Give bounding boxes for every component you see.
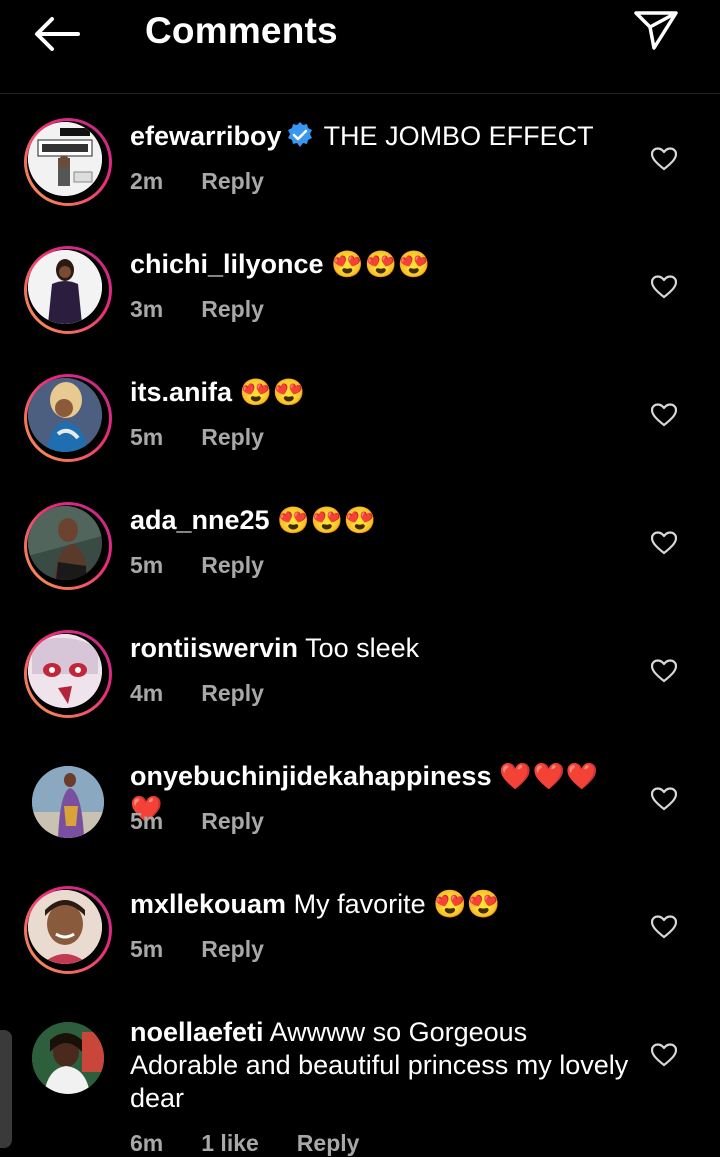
comment-likes[interactable]: 1 like [201, 1130, 259, 1156]
comment-time: 4m [130, 680, 164, 706]
comment-time: 3m [130, 296, 164, 322]
comment-row: efewarriboy THE JOMBO EFFECT 2m Reply [0, 118, 720, 246]
avatar[interactable] [24, 758, 112, 846]
comment-body: 😍😍 [239, 377, 307, 407]
reply-button[interactable]: Reply [201, 424, 264, 450]
heart-icon[interactable] [651, 403, 677, 427]
comment-text: efewarriboy THE JOMBO EFFECT [130, 120, 630, 153]
comment-text: its.anifa 😍😍 [130, 376, 630, 409]
comment-time: 6m [130, 1130, 164, 1156]
heart-icon[interactable] [651, 915, 677, 939]
comment-time: 5m [130, 936, 164, 962]
comment-username[interactable]: mxllekouam [130, 889, 286, 919]
heart-icon[interactable] [651, 275, 677, 299]
comment-text: chichi_lilyonce 😍😍😍 [130, 248, 630, 281]
arrow-left-icon[interactable] [30, 14, 82, 54]
comment-meta: 4m Reply [130, 680, 302, 707]
comment-meta: 2m Reply [130, 168, 302, 195]
comment-username[interactable]: ada_nne25 [130, 505, 270, 535]
comment-row: its.anifa 😍😍 5m Reply [0, 374, 720, 502]
comment-row: mxllekouam My favorite 😍😍 5m Reply [0, 886, 720, 1014]
comment-meta: 5m Reply [130, 936, 302, 963]
comment-text: mxllekouam My favorite 😍😍 [130, 888, 630, 921]
heart-icon[interactable] [651, 787, 677, 811]
comment-meta: 5m Reply [130, 424, 302, 451]
avatar[interactable] [24, 886, 112, 974]
page-title: Comments [145, 10, 338, 51]
comment-row: chichi_lilyonce 😍😍😍 3m Reply [0, 246, 720, 374]
comment-username[interactable]: noellaefeti [130, 1017, 264, 1047]
reply-button[interactable]: Reply [201, 680, 264, 706]
avatar[interactable] [24, 502, 112, 590]
comment-username[interactable]: onyebuchinjidekahappiness [130, 761, 492, 791]
comment-row: ada_nne25 😍😍😍 5m Reply [0, 502, 720, 630]
comment-body: 😍😍😍 [277, 505, 378, 535]
heart-icon[interactable] [651, 1043, 677, 1067]
comment-time: 5m [130, 424, 164, 450]
avatar[interactable] [24, 630, 112, 718]
comment-row: rontiiswervin Too sleek 4m Reply [0, 630, 720, 758]
scrollbar[interactable] [0, 1030, 12, 1148]
comment-row: noellaefeti Awwww so Gorgeous Adorable a… [0, 1014, 720, 1156]
comment-row: onyebuchinjidekahappiness ❤️❤️❤️❤️ 5m Rep… [0, 758, 720, 886]
comment-text: rontiiswervin Too sleek [130, 632, 630, 665]
comment-username[interactable]: rontiiswervin [130, 633, 298, 663]
comment-body: My favorite 😍😍 [293, 889, 501, 919]
avatar[interactable] [24, 118, 112, 206]
comment-meta: 5m Reply [130, 808, 302, 835]
comment-body: 😍😍😍 [331, 249, 432, 279]
comment-meta: 5m Reply [130, 552, 302, 579]
comment-body: THE JOMBO EFFECT [323, 121, 594, 151]
heart-icon[interactable] [651, 147, 677, 171]
avatar[interactable] [24, 374, 112, 462]
reply-button[interactable]: Reply [297, 1130, 360, 1156]
comment-username[interactable]: efewarriboy [130, 121, 282, 151]
comment-username[interactable]: its.anifa [130, 377, 232, 407]
heart-icon[interactable] [651, 659, 677, 683]
comment-time: 2m [130, 168, 164, 194]
comment-text: ada_nne25 😍😍😍 [130, 504, 630, 537]
comment-text: noellaefeti Awwww so Gorgeous Adorable a… [130, 1016, 630, 1115]
reply-button[interactable]: Reply [201, 808, 264, 834]
header-bar: Comments [0, 0, 720, 94]
reply-button[interactable]: Reply [201, 296, 264, 322]
comment-time: 5m [130, 808, 164, 834]
heart-icon[interactable] [651, 531, 677, 555]
reply-button[interactable]: Reply [201, 936, 264, 962]
paper-plane-icon[interactable] [632, 8, 680, 52]
avatar[interactable] [24, 246, 112, 334]
comment-time: 5m [130, 552, 164, 578]
avatar[interactable] [24, 1014, 112, 1102]
comment-meta: 6m 1 like Reply [130, 1130, 397, 1157]
reply-button[interactable]: Reply [201, 168, 264, 194]
comment-username[interactable]: chichi_lilyonce [130, 249, 324, 279]
reply-button[interactable]: Reply [201, 552, 264, 578]
comment-body: Too sleek [305, 633, 420, 663]
verified-badge-icon [287, 122, 312, 147]
comment-meta: 3m Reply [130, 296, 302, 323]
